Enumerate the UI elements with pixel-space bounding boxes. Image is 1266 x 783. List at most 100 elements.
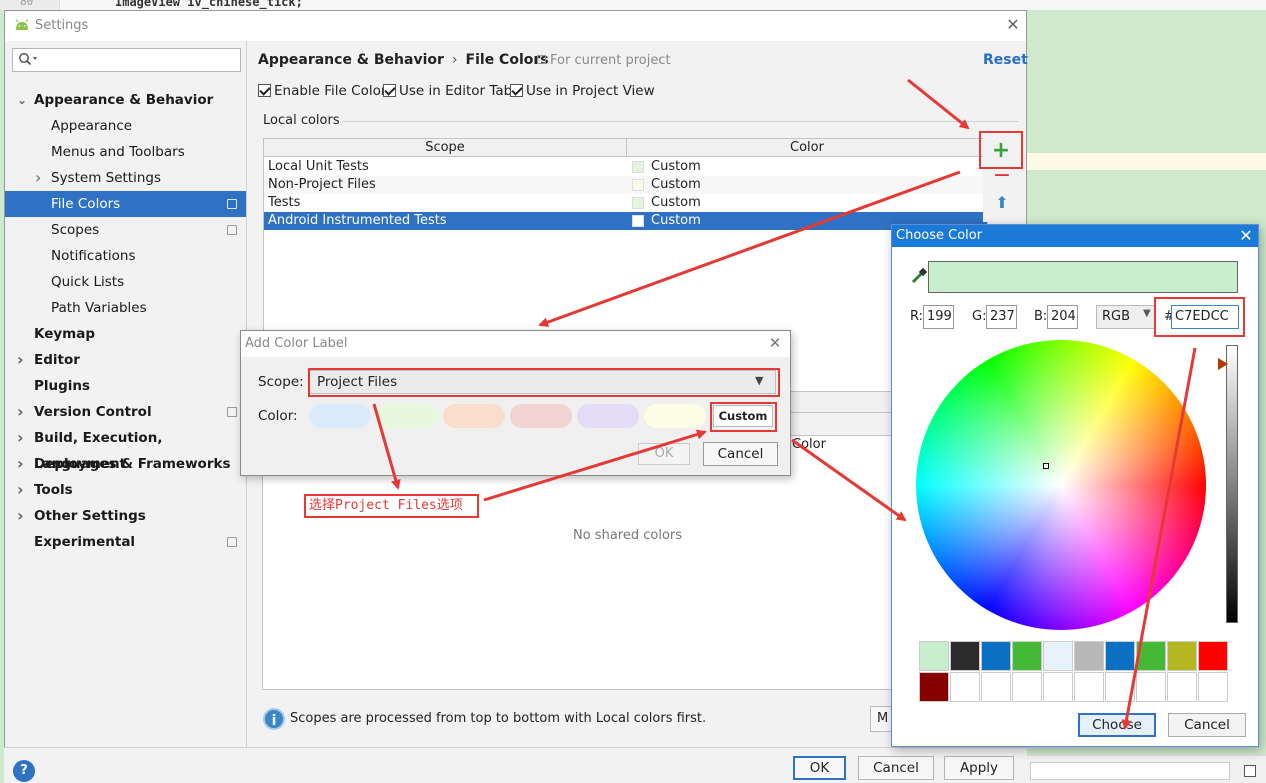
project-icon bbox=[227, 537, 237, 547]
brightness-handle[interactable] bbox=[1218, 358, 1228, 370]
color-chip-violet[interactable] bbox=[577, 404, 639, 428]
close-icon[interactable]: ✕ bbox=[1236, 226, 1256, 246]
sidebar-item[interactable]: File Colors bbox=[5, 191, 246, 217]
sidebar-item[interactable]: › Languages & Frameworks bbox=[5, 451, 246, 477]
color-chip-orange[interactable] bbox=[443, 404, 505, 428]
close-icon[interactable]: ✕ bbox=[1003, 15, 1023, 35]
project-icon bbox=[227, 225, 237, 235]
chevron-right-icon[interactable]: › bbox=[17, 451, 29, 477]
chevron-right-icon[interactable]: › bbox=[17, 347, 29, 373]
background-checkbox bbox=[1244, 765, 1256, 777]
palette-swatch[interactable] bbox=[1198, 641, 1228, 671]
color-chip-green[interactable] bbox=[376, 404, 438, 428]
blue-input[interactable]: 204 bbox=[1047, 305, 1078, 329]
palette-swatch[interactable] bbox=[1136, 641, 1166, 671]
palette-swatch[interactable] bbox=[1074, 641, 1104, 671]
table-row[interactable]: Non-Project Files Custom bbox=[264, 176, 987, 194]
palette-swatch[interactable] bbox=[1043, 641, 1073, 671]
table-row[interactable]: Local Unit Tests Custom bbox=[264, 158, 987, 176]
sidebar-item[interactable]: › Tools bbox=[5, 477, 246, 503]
sidebar-item[interactable]: ⌄ Appearance & Behavior bbox=[5, 87, 246, 113]
palette-swatch[interactable] bbox=[1012, 641, 1042, 671]
eyedropper-icon[interactable] bbox=[910, 267, 928, 285]
row-scope: Android Instrumented Tests bbox=[268, 213, 447, 228]
table-row[interactable]: Android Instrumented Tests Custom bbox=[264, 212, 987, 230]
use-in-editor-tabs-checkbox[interactable]: Use in Editor Tabs bbox=[383, 83, 519, 99]
choose-button[interactable]: Choose bbox=[1078, 713, 1156, 737]
sidebar-item[interactable]: Plugins bbox=[5, 373, 246, 399]
android-icon bbox=[15, 19, 29, 30]
palette-swatch[interactable] bbox=[919, 641, 949, 671]
palette-swatch[interactable] bbox=[1043, 672, 1073, 702]
chevron-right-icon[interactable]: › bbox=[17, 399, 29, 425]
palette-swatch[interactable] bbox=[1167, 672, 1197, 702]
chevron-right-icon[interactable]: › bbox=[35, 165, 47, 191]
sidebar-item[interactable]: Notifications bbox=[5, 243, 246, 269]
search-icon bbox=[19, 53, 37, 66]
reset-link[interactable]: Reset bbox=[983, 52, 1028, 68]
sidebar-item[interactable]: Keymap bbox=[5, 321, 246, 347]
choose-color-title: Choose Color bbox=[896, 228, 983, 243]
palette-swatch[interactable] bbox=[1136, 672, 1166, 702]
more-button[interactable]: M bbox=[870, 706, 892, 732]
color-column-header[interactable]: Color bbox=[627, 139, 987, 157]
close-icon[interactable]: ✕ bbox=[765, 333, 785, 353]
ok-button[interactable]: OK bbox=[793, 756, 846, 780]
chevron-right-icon[interactable]: › bbox=[17, 425, 29, 451]
sidebar-item[interactable]: › System Settings bbox=[5, 165, 246, 191]
palette-swatch[interactable] bbox=[950, 641, 980, 671]
palette-swatch[interactable] bbox=[1198, 672, 1228, 702]
sidebar-item[interactable]: Path Variables bbox=[5, 295, 246, 321]
chevron-down-icon[interactable]: ⌄ bbox=[17, 87, 29, 113]
sidebar-item-label: Version Control bbox=[34, 404, 152, 420]
palette-swatch[interactable] bbox=[981, 672, 1011, 702]
color-chip-rose[interactable] bbox=[510, 404, 572, 428]
color-chip-blue[interactable] bbox=[309, 404, 371, 428]
row-color: Custom bbox=[651, 159, 701, 174]
cancel-button[interactable]: Cancel bbox=[858, 756, 934, 780]
chevron-right-icon[interactable]: › bbox=[17, 503, 29, 529]
scope-column-header[interactable]: Scope bbox=[264, 139, 627, 157]
palette-swatch[interactable] bbox=[1074, 672, 1104, 702]
line-number: 80 bbox=[20, 0, 34, 8]
palette-swatch[interactable] bbox=[1167, 641, 1197, 671]
search-input[interactable] bbox=[12, 48, 241, 72]
sidebar-item[interactable]: › Other Settings bbox=[5, 503, 246, 529]
palette-swatch[interactable] bbox=[950, 672, 980, 702]
chevron-right-icon[interactable]: › bbox=[17, 477, 29, 503]
enable-file-colors-checkbox[interactable]: Enable File Colors bbox=[258, 83, 393, 99]
color-wheel[interactable] bbox=[916, 340, 1206, 630]
move-up-button[interactable]: ⬆ bbox=[988, 190, 1016, 216]
palette-swatch[interactable] bbox=[1012, 672, 1042, 702]
table-row[interactable]: Tests Custom bbox=[264, 194, 987, 212]
sidebar-item-label: Menus and Toolbars bbox=[51, 144, 185, 160]
sidebar-item[interactable]: Menus and Toolbars bbox=[5, 139, 246, 165]
apply-button[interactable]: Apply bbox=[944, 756, 1014, 780]
add-dialog-cancel-button[interactable]: Cancel bbox=[703, 442, 778, 466]
use-in-project-view-checkbox[interactable]: Use in Project View bbox=[510, 83, 655, 99]
sidebar-item[interactable]: › Version Control bbox=[5, 399, 246, 425]
palette-swatch[interactable] bbox=[1105, 672, 1135, 702]
red-input[interactable]: 199 bbox=[923, 305, 954, 329]
brightness-slider[interactable] bbox=[1226, 345, 1238, 623]
color-preview bbox=[928, 261, 1238, 293]
add-dialog-ok-button[interactable]: OK bbox=[638, 443, 690, 465]
color-swatch bbox=[632, 179, 644, 191]
palette-swatch[interactable] bbox=[919, 672, 949, 702]
sidebar-item[interactable]: Experimental bbox=[5, 529, 246, 555]
color-chip-yellow[interactable] bbox=[644, 404, 706, 428]
sidebar-item[interactable]: Appearance bbox=[5, 113, 246, 139]
choose-color-cancel-button[interactable]: Cancel bbox=[1168, 713, 1246, 737]
palette-swatch[interactable] bbox=[981, 641, 1011, 671]
green-input[interactable]: 237 bbox=[986, 305, 1017, 329]
sidebar-item[interactable]: Scopes bbox=[5, 217, 246, 243]
help-icon[interactable]: ? bbox=[13, 760, 35, 782]
shared-color-column-header[interactable]: Color bbox=[792, 437, 826, 452]
sidebar-item[interactable]: › Build, Execution, Deployment bbox=[5, 425, 246, 472]
palette-swatch[interactable] bbox=[1105, 641, 1135, 671]
color-wheel-marker[interactable] bbox=[1043, 463, 1049, 469]
settings-title: Settings bbox=[35, 18, 89, 33]
sidebar-item[interactable]: Quick Lists bbox=[5, 269, 246, 295]
sidebar-item[interactable]: › Editor bbox=[5, 347, 246, 373]
remove-button[interactable]: − bbox=[988, 165, 1016, 188]
